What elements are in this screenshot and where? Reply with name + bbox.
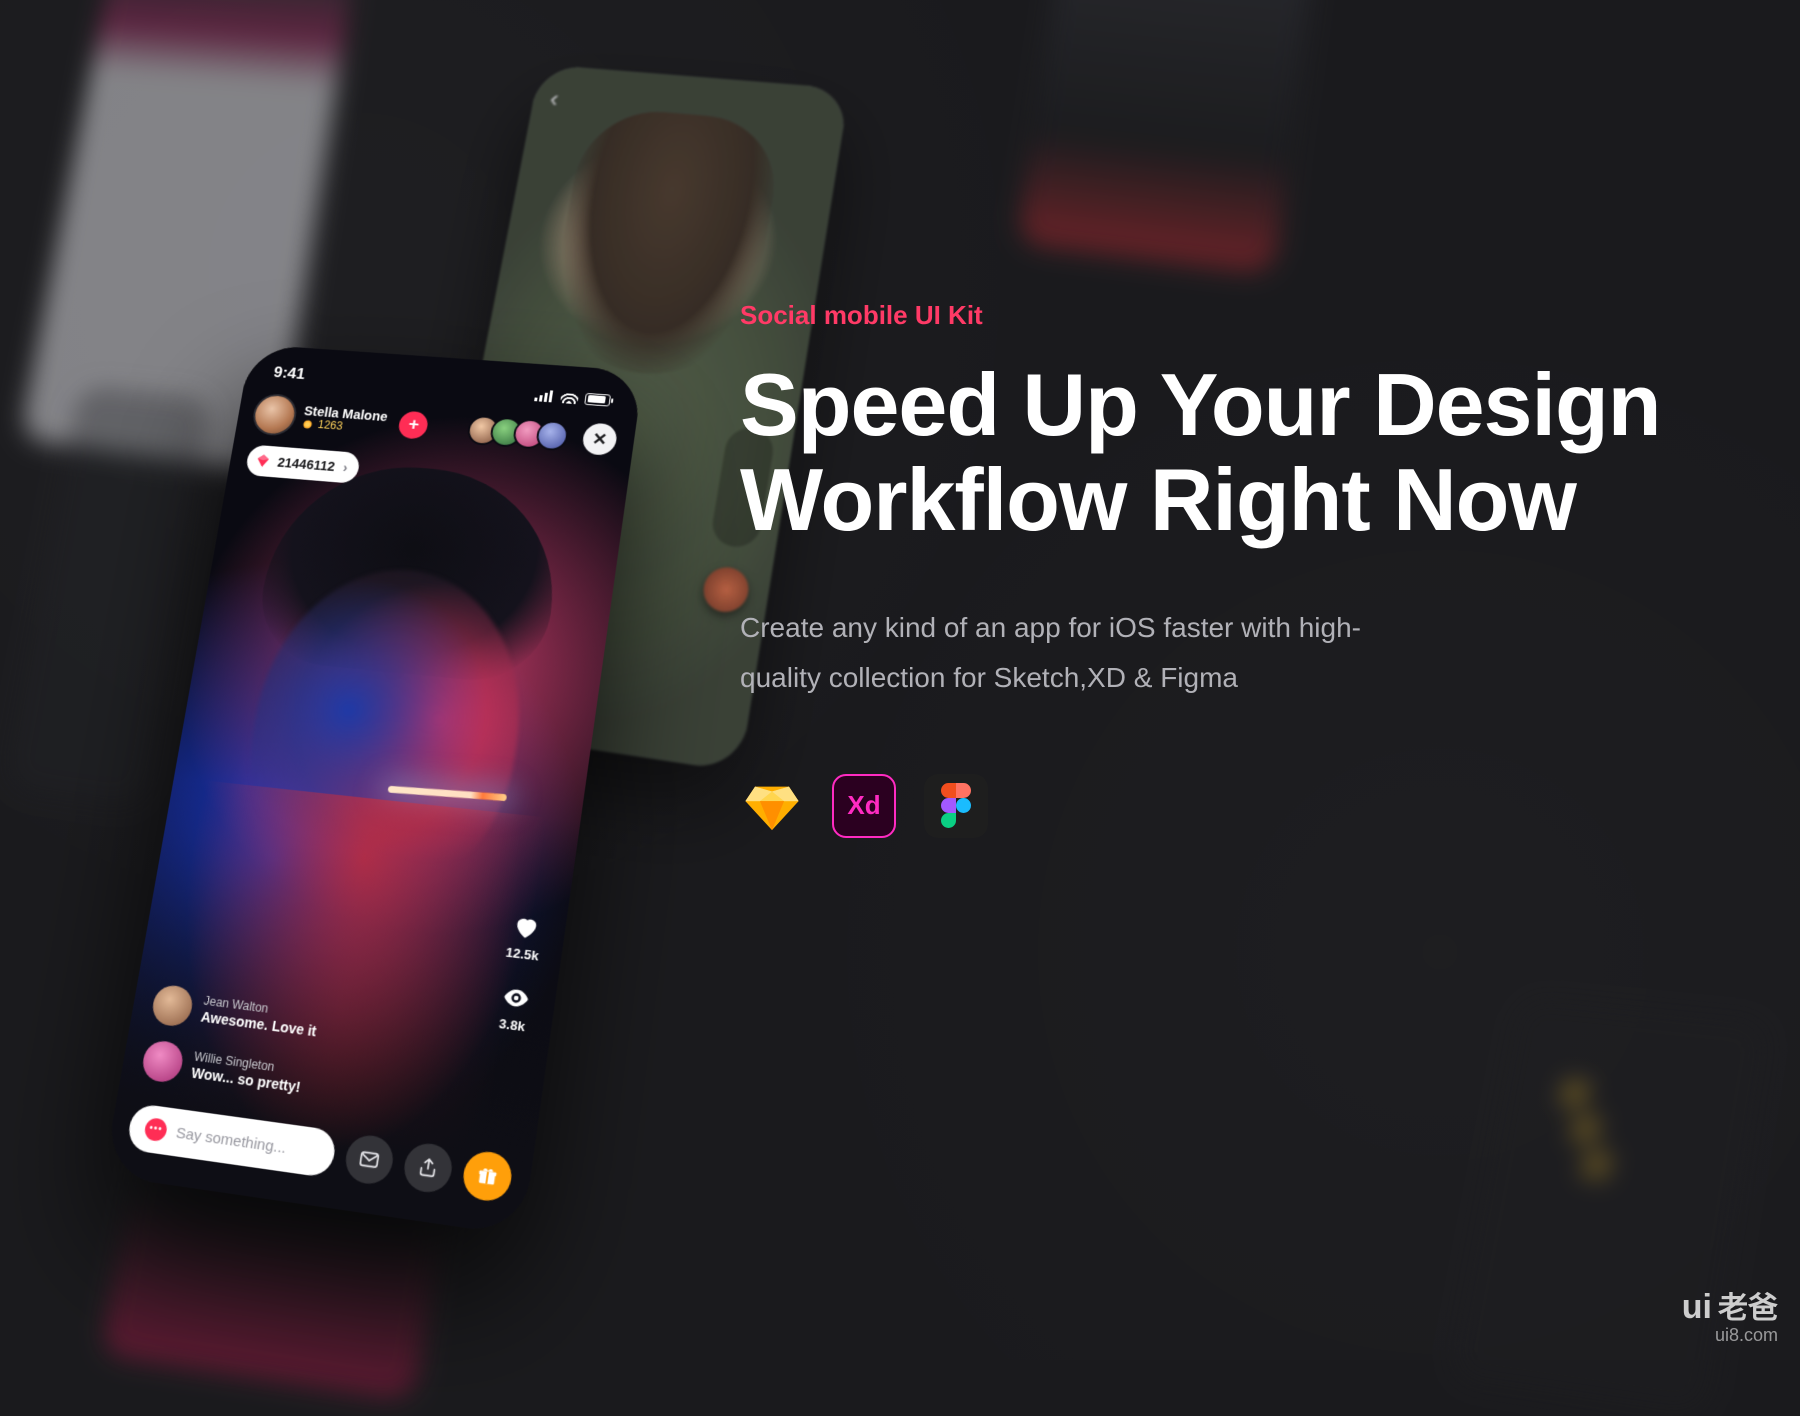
close-button[interactable]: ✕ xyxy=(581,422,619,456)
eye-icon xyxy=(500,982,533,1014)
gift-button[interactable] xyxy=(460,1149,514,1204)
bg-mockup xyxy=(1016,0,1322,274)
message-button[interactable] xyxy=(342,1133,396,1187)
watermark-cn: 老爸 xyxy=(1718,1283,1778,1327)
figma-icon xyxy=(924,774,988,838)
follow-button[interactable]: + xyxy=(397,411,430,440)
headline: Speed Up Your Design Workflow Right Now xyxy=(740,357,1680,547)
eyebrow-label: Social mobile UI Kit xyxy=(740,300,1680,331)
wifi-icon xyxy=(560,391,579,404)
bg-mockup xyxy=(1450,999,1768,1416)
watermark-brand: ui xyxy=(1682,1288,1712,1327)
status-time: 9:41 xyxy=(271,364,307,391)
subcopy: Create any kind of an app for iOS faster… xyxy=(740,603,1420,704)
host-coins: 1263 xyxy=(317,419,344,433)
more-icon xyxy=(143,1117,168,1142)
avatar xyxy=(150,983,195,1028)
envelope-icon xyxy=(356,1147,382,1173)
coin-icon xyxy=(301,419,314,431)
battery-icon xyxy=(584,392,611,406)
signal-icon xyxy=(534,389,555,402)
stream-host[interactable]: Stella Malone 1263 xyxy=(252,395,389,442)
like-button[interactable]: 12.5k xyxy=(505,911,545,963)
watermark: ui 老爸 ui8.com xyxy=(1682,1283,1778,1346)
viewer-avatars[interactable] xyxy=(473,415,569,451)
gem-icon xyxy=(253,452,272,469)
share-button[interactable] xyxy=(401,1141,455,1196)
share-icon xyxy=(415,1155,441,1181)
avatar xyxy=(252,395,297,435)
gem-count: 21446112 xyxy=(276,455,336,474)
views-indicator: 3.8k xyxy=(497,982,532,1034)
watermark-site: ui8.com xyxy=(1682,1325,1778,1346)
heart-icon xyxy=(510,912,542,943)
adobe-xd-icon: Xd xyxy=(832,774,896,838)
gem-counter[interactable]: 21446112 › xyxy=(245,444,362,483)
gift-icon xyxy=(474,1163,500,1189)
like-count: 12.5k xyxy=(505,944,540,963)
sketch-icon xyxy=(740,774,804,838)
input-placeholder: Say something... xyxy=(175,1124,288,1157)
chevron-right-icon: › xyxy=(342,460,349,475)
avatar xyxy=(140,1039,186,1084)
view-count: 3.8k xyxy=(498,1016,526,1035)
tool-badges: Xd xyxy=(740,774,1680,838)
